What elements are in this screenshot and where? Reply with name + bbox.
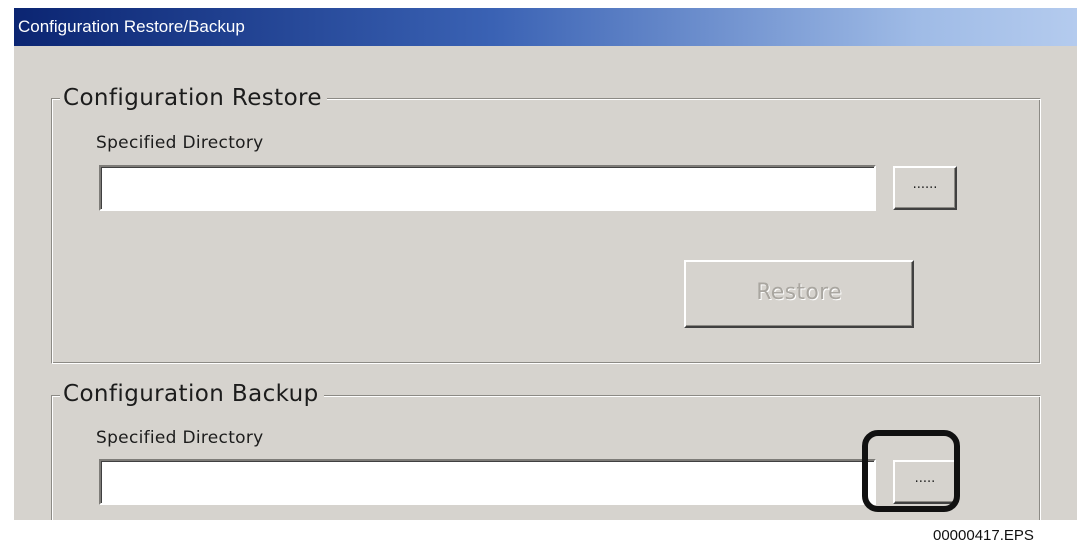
restore-directory-input[interactable] — [99, 165, 876, 211]
backup-directory-label: Specified Directory — [96, 428, 264, 448]
config-restore-backup-dialog: Configuration Restore/Backup Configurati… — [14, 8, 1077, 520]
dialog-title: Configuration Restore/Backup — [18, 17, 245, 36]
backup-browse-button[interactable]: ..... — [893, 460, 957, 504]
restore-browse-button[interactable]: ...... — [893, 166, 957, 210]
restore-group-label: Configuration Restore — [60, 85, 327, 111]
restore-directory-label: Specified Directory — [96, 133, 264, 153]
backup-group-label: Configuration Backup — [60, 381, 324, 407]
restore-button[interactable]: Restore — [684, 260, 914, 328]
figure-id-label: 00000417.EPS — [933, 527, 1034, 544]
backup-directory-input[interactable] — [99, 459, 876, 505]
dialog-title-bar: Configuration Restore/Backup — [14, 8, 1077, 46]
